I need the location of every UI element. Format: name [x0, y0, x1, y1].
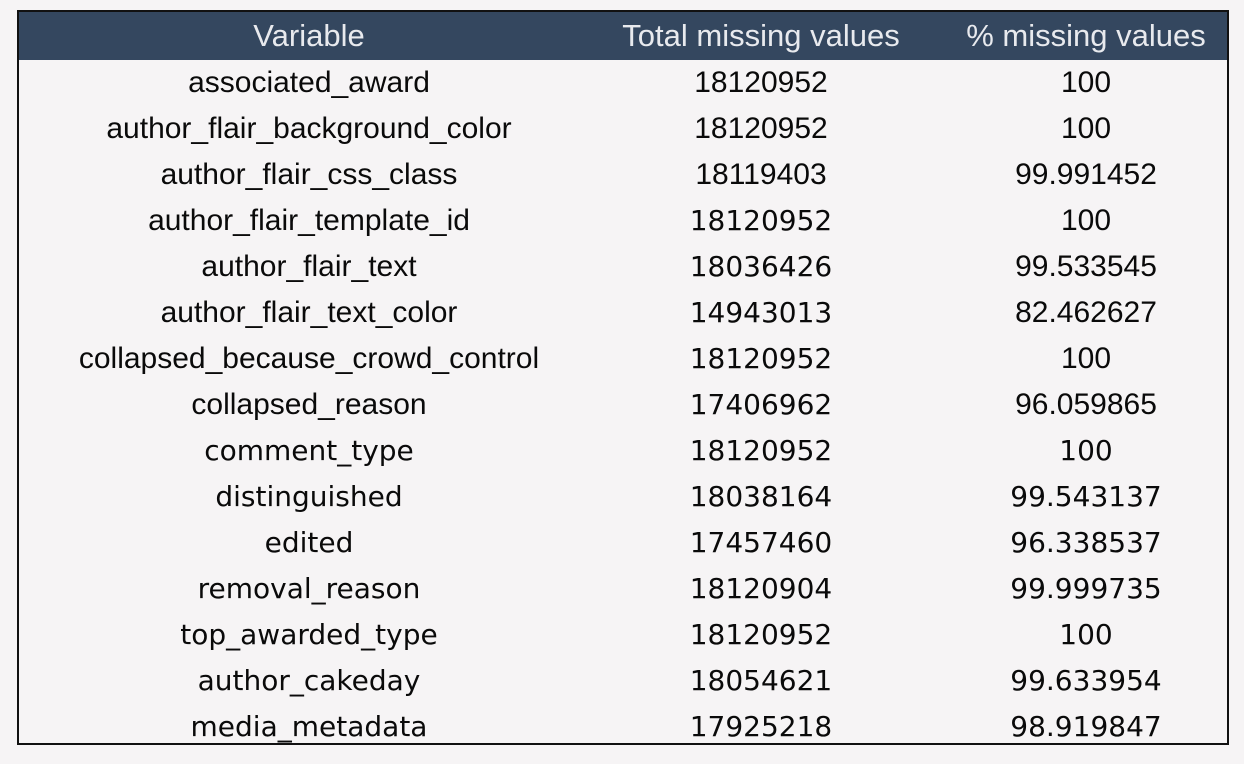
cell-total-missing: 18120904 [689, 572, 833, 605]
cell-pct-missing: 98.919847 [1010, 710, 1162, 743]
cell-pct-missing: 99.991452 [1015, 158, 1157, 191]
table-row: comment_type 18120952 100 [19, 428, 1227, 474]
table-row: associated_award 18120952 100 [19, 60, 1227, 106]
cell-variable: collapsed_reason [191, 388, 427, 421]
cell-pct-missing: 99.533545 [1015, 250, 1157, 283]
cell-total-missing: 18120952 [694, 112, 828, 145]
cell-total-missing: 18119403 [695, 158, 827, 191]
cell-total-missing: 18120952 [689, 204, 833, 237]
table-row: author_cakeday 18054621 99.633954 [19, 658, 1227, 704]
cell-pct-missing: 100 [1060, 112, 1112, 145]
cell-total-missing: 17406962 [689, 388, 833, 421]
cell-total-missing: 18120952 [689, 434, 833, 467]
table-row: collapsed_reason 17406962 96.059865 [19, 382, 1227, 428]
column-header-total-missing: Total missing values [622, 18, 900, 53]
cell-pct-missing: 100 [1060, 66, 1112, 99]
column-header-pct-missing: % missing values [966, 18, 1206, 53]
cell-pct-missing: 82.462627 [1015, 296, 1157, 329]
cell-total-missing: 17457460 [689, 526, 833, 559]
table-header: Variable Total missing values % missing … [19, 12, 1227, 60]
cell-variable: author_cakeday [197, 664, 421, 697]
cell-total-missing: 18120952 [689, 342, 833, 375]
cell-total-missing: 18036426 [689, 250, 833, 283]
cell-variable: author_flair_css_class [160, 158, 458, 191]
cell-total-missing: 17925218 [689, 710, 833, 743]
cell-variable: distinguished [215, 480, 403, 513]
table-row: media_metadata 17925218 98.919847 [19, 704, 1227, 750]
missing-values-table: Variable Total missing values % missing … [17, 10, 1229, 745]
cell-total-missing: 18120952 [694, 66, 828, 99]
cell-total-missing: 18038164 [689, 480, 833, 513]
cell-pct-missing: 99.633954 [1010, 664, 1162, 697]
table-row: removal_reason 18120904 99.999735 [19, 566, 1227, 612]
table-row: top_awarded_type 18120952 100 [19, 612, 1227, 658]
cell-pct-missing: 99.543137 [1010, 480, 1162, 513]
cell-variable: author_flair_text_color [160, 296, 458, 329]
cell-variable: comment_type [204, 434, 414, 467]
column-header-variable: Variable [253, 18, 365, 53]
cell-variable: media_metadata [190, 710, 428, 743]
cell-variable: author_flair_template_id [148, 204, 470, 237]
cell-pct-missing: 96.338537 [1010, 526, 1162, 559]
cell-variable: author_flair_background_color [106, 112, 512, 145]
table-body: associated_award 18120952 100 author_flair_… [19, 60, 1227, 750]
cell-pct-missing: 100 [1059, 618, 1113, 651]
cell-total-missing: 14943013 [689, 296, 833, 329]
cell-total-missing: 18054621 [689, 664, 833, 697]
cell-pct-missing: 100 [1060, 342, 1112, 375]
cell-variable: edited [264, 526, 354, 559]
cell-variable: removal_reason [197, 572, 421, 605]
cell-pct-missing: 99.999735 [1010, 572, 1162, 605]
table-row: author_flair_css_class 18119403 99.991452 [19, 152, 1227, 198]
cell-variable: associated_award [188, 66, 430, 99]
cell-pct-missing: 100 [1059, 434, 1113, 467]
cell-pct-missing: 100 [1060, 204, 1112, 237]
table-row: author_flair_background_color 18120952 100 [19, 106, 1227, 152]
table-row: distinguished 18038164 99.543137 [19, 474, 1227, 520]
cell-total-missing: 18120952 [689, 618, 833, 651]
table-row: author_flair_text 18036426 99.533545 [19, 244, 1227, 290]
table-row: author_flair_text_color 14943013 82.462627 [19, 290, 1227, 336]
cell-pct-missing: 96.059865 [1015, 388, 1157, 421]
cell-variable: author_flair_text [201, 250, 417, 283]
table-row: author_flair_template_id 18120952 100 [19, 198, 1227, 244]
table-row: collapsed_because_crowd_control 18120952 1… [19, 336, 1227, 382]
table-row: edited 17457460 96.338537 [19, 520, 1227, 566]
cell-variable: collapsed_because_crowd_control [78, 342, 540, 375]
cell-variable: top_awarded_type [180, 618, 438, 651]
